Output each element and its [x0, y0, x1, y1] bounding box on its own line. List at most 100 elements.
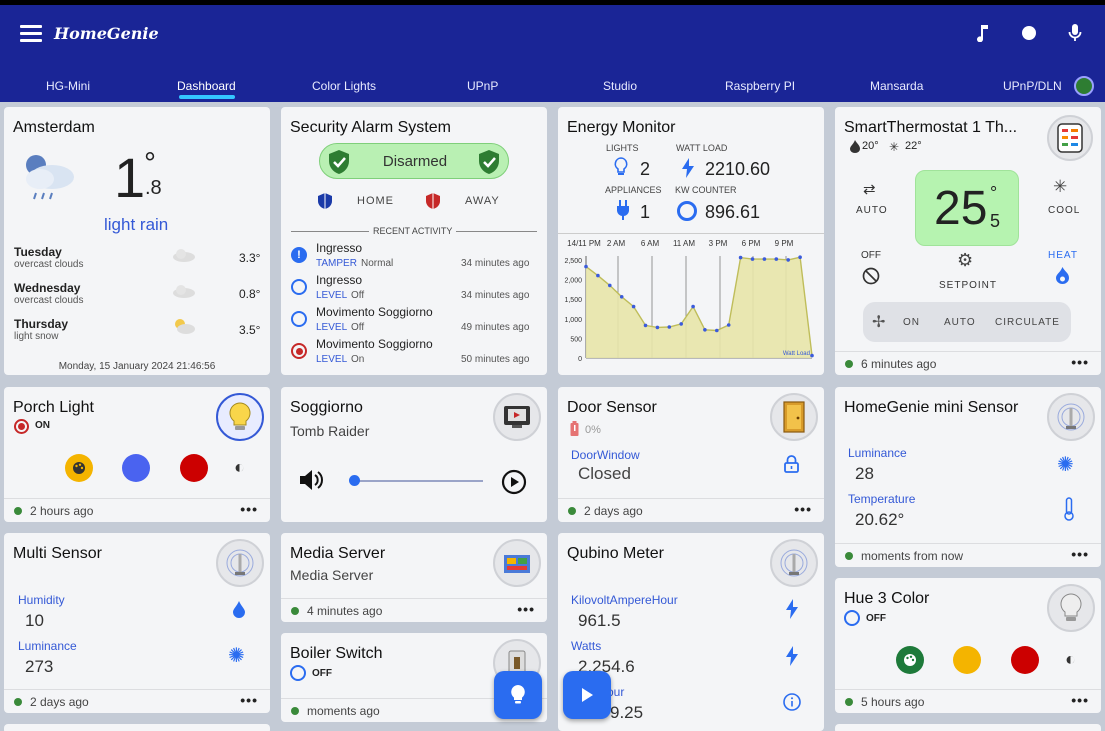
card-footer: 4 minutes ago •••: [281, 598, 547, 622]
fan-auto-button[interactable]: AUTO: [944, 317, 976, 328]
tab-dashboard[interactable]: Dashboard: [177, 79, 236, 93]
rain-cloud-icon: [18, 151, 78, 208]
play-circle-icon[interactable]: [501, 469, 527, 500]
data-point: [798, 255, 802, 259]
color-preset-blue[interactable]: [122, 454, 150, 482]
tab-hg-mini[interactable]: HG-Mini: [46, 79, 90, 93]
thermostat-device-icon[interactable]: [1047, 115, 1093, 161]
setpoint-degree: °: [990, 183, 998, 203]
kw-counter-label: KW COUNTER: [675, 185, 737, 195]
sensor-icon[interactable]: [1047, 393, 1095, 441]
more-options-icon[interactable]: •••: [794, 501, 812, 517]
x-tick-label: 9 PM: [775, 239, 794, 248]
activity-prop: TAMPER: [316, 258, 357, 269]
last-updated: 6 minutes ago: [861, 356, 937, 371]
more-options-icon[interactable]: •••: [1071, 692, 1089, 708]
y-tick-label: 1,000: [564, 317, 582, 324]
color-preset-red[interactable]: [180, 454, 208, 482]
away-mode-shield-icon[interactable]: [425, 192, 441, 215]
volume-slider[interactable]: [353, 480, 483, 482]
menu-icon[interactable]: [20, 25, 42, 43]
more-options-icon[interactable]: •••: [1071, 546, 1089, 562]
home-mode-label[interactable]: HOME: [357, 195, 394, 207]
lightbulb-off-icon[interactable]: [1047, 584, 1095, 632]
data-point: [596, 273, 600, 278]
data-point: [750, 257, 755, 261]
mode-cool-label[interactable]: COOL: [1048, 205, 1080, 216]
volume-icon[interactable]: [299, 469, 323, 496]
microphone-icon[interactable]: [1065, 23, 1085, 43]
volume-slider-thumb[interactable]: [349, 475, 360, 486]
more-options-icon[interactable]: •••: [240, 692, 258, 708]
card-footer: 5 hours ago •••: [835, 689, 1101, 713]
media-server-icon[interactable]: [493, 539, 541, 587]
brightness-icon[interactable]: ◐: [234, 457, 245, 478]
off-mode-icon[interactable]: [862, 267, 880, 290]
palette-button[interactable]: [65, 454, 93, 482]
cool-mode-icon[interactable]: ✳: [1053, 177, 1067, 197]
x-tick-label: 14/11 PM: [567, 239, 601, 248]
scenarios-fab-button[interactable]: [563, 671, 611, 719]
auto-mode-icon[interactable]: ⇄: [863, 180, 876, 198]
hue-status: OFF: [866, 613, 886, 624]
tab-mansarda[interactable]: Mansarda: [870, 79, 923, 93]
setpoint-display[interactable]: 25 ° 5: [915, 170, 1019, 246]
homegenie-mini-sensor-card: HomeGenie mini Sensor Luminance 28 ✺ Tem…: [835, 387, 1101, 567]
energy-chart: 14/11 PM 2 AM 6 AM 11 AM 3 PM 6 PM 9 PM 2,500 2,…: [558, 233, 824, 375]
humidity-value: 10: [25, 611, 44, 630]
disarm-button[interactable]: Disarmed: [319, 143, 509, 179]
tab-upnp-dln[interactable]: UPnP/DLN: [1003, 79, 1062, 93]
heat-flame-icon[interactable]: [1056, 267, 1069, 289]
setpoint-label: SETPOINT: [939, 280, 998, 291]
palette-button[interactable]: [896, 646, 924, 674]
door-icon[interactable]: [770, 393, 818, 441]
away-mode-label[interactable]: AWAY: [465, 195, 500, 207]
last-updated: 2 hours ago: [30, 503, 94, 518]
tab-upnp[interactable]: UPnP: [467, 79, 498, 93]
connection-status-icon: [1074, 76, 1094, 96]
tab-color-lights[interactable]: Color Lights: [312, 79, 376, 93]
current-temperature: 1: [114, 146, 146, 209]
lightbulb-on-icon[interactable]: [216, 393, 264, 441]
app-title: HomeGenie: [54, 24, 159, 43]
soggiorno-media-card: Soggiorno Tomb Raider: [281, 387, 547, 522]
circle-outline-icon: [291, 311, 307, 327]
color-preset-red[interactable]: [1011, 646, 1039, 674]
card-title: Porch Light: [13, 399, 94, 416]
brightness-icon[interactable]: ◐: [1065, 649, 1076, 670]
fan-on-button[interactable]: ON: [903, 317, 920, 328]
more-options-icon[interactable]: •••: [240, 501, 258, 517]
lights-fab-button[interactable]: [494, 671, 542, 719]
fan-circulate-button[interactable]: CIRCULATE: [995, 317, 1060, 328]
mode-auto-label[interactable]: AUTO: [856, 205, 888, 216]
fan-mode-selector: ✢ ON AUTO CIRCULATE: [863, 302, 1071, 342]
info-icon[interactable]: [783, 693, 801, 716]
music-note-icon[interactable]: [973, 23, 993, 43]
tab-raspberry-pi[interactable]: Raspberry PI: [725, 79, 795, 93]
more-options-icon[interactable]: •••: [1071, 354, 1089, 370]
lightbulb-icon: [511, 685, 525, 704]
sensor-icon[interactable]: [216, 539, 264, 587]
hue-color-card: Hue 3 Color OFF ◐ 5 hours ago •••: [835, 578, 1101, 713]
setpoint-gear-icon[interactable]: ⚙: [957, 250, 973, 271]
mode-heat-label[interactable]: HEAT: [1048, 250, 1078, 261]
mode-off-label[interactable]: OFF: [861, 250, 881, 261]
shield-check-icon: [477, 149, 501, 180]
sensor-icon[interactable]: [770, 539, 818, 587]
color-preset-yellow[interactable]: [953, 646, 981, 674]
heat-setpoint: 20°: [862, 140, 879, 152]
media-server-card: Media Server Media Server 4 minutes ago •…: [281, 533, 547, 622]
status-dot: [845, 551, 853, 560]
tab-studio[interactable]: Studio: [603, 79, 637, 93]
record-icon[interactable]: [1019, 23, 1039, 43]
card-title: Hue 3 Color: [844, 590, 930, 607]
media-player-icon[interactable]: [493, 393, 541, 441]
weather-card: Amsterdam 1 ° .8 light rain Tuesday over…: [4, 107, 270, 375]
activity-time: 34 minutes ago: [461, 290, 530, 301]
setpoint-decimal: 5: [990, 211, 1001, 231]
thermostat-card: SmartThermostat 1 Th... 20° ✳ 22° ⇄ AUTO…: [835, 107, 1101, 375]
more-options-icon[interactable]: •••: [517, 601, 535, 617]
security-alarm-card: Security Alarm System Disarmed HOME AWAY…: [281, 107, 547, 375]
home-mode-shield-icon[interactable]: [317, 192, 333, 215]
record-active-icon: [291, 343, 307, 359]
